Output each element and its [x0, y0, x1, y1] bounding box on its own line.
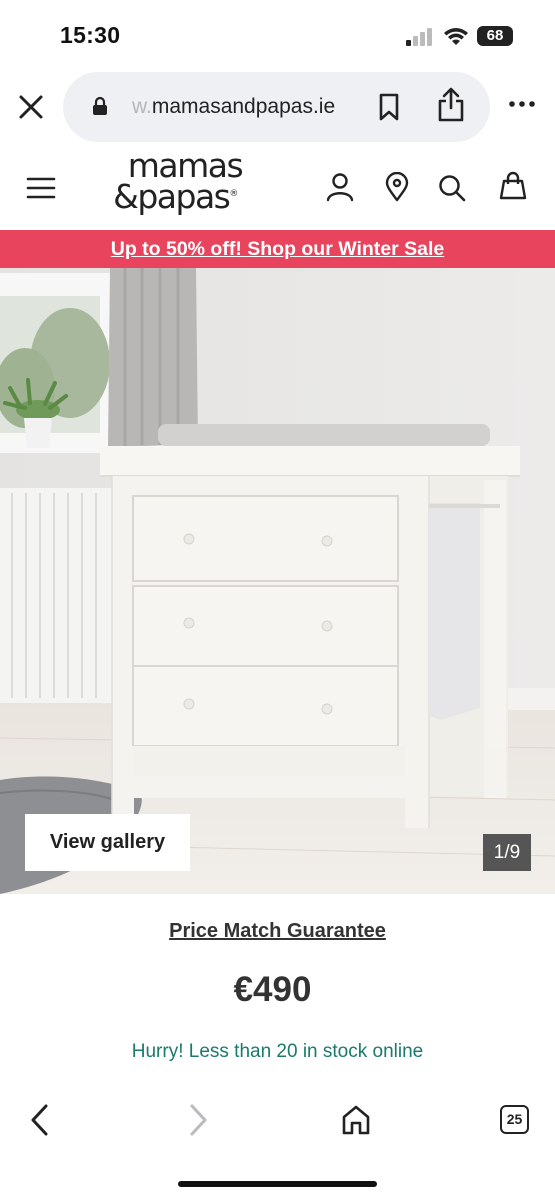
logo-line-1: mamas [127, 146, 244, 185]
site-logo[interactable]: mamas &papas® [103, 146, 253, 220]
battery-indicator: 68 [477, 26, 513, 46]
store-locator-icon[interactable] [383, 172, 411, 202]
bookmark-icon[interactable] [377, 92, 401, 122]
more-options-icon[interactable] [508, 100, 536, 108]
shopping-bag-icon[interactable] [498, 171, 528, 201]
promo-banner-link[interactable]: Up to 50% off! Shop our Winter Sale [0, 230, 555, 268]
product-image[interactable] [0, 268, 555, 894]
close-icon[interactable] [14, 90, 48, 124]
forward-arrow-icon[interactable] [186, 1103, 210, 1137]
stock-message: Hurry! Less than 20 in stock online [131, 1041, 424, 1062]
price-match-guarantee-link[interactable]: Price Match Guarantee [0, 920, 555, 943]
url-text[interactable]: w.mamasandpapas.ie [132, 95, 335, 119]
account-icon[interactable] [325, 172, 355, 202]
logo-line-2: &papas® [113, 177, 238, 216]
url-domain: mamasandpapas.ie [151, 95, 336, 118]
image-counter: 1/9 [483, 834, 531, 871]
view-gallery-button[interactable]: View gallery [25, 814, 190, 871]
search-icon[interactable] [437, 173, 467, 203]
back-arrow-icon[interactable] [28, 1103, 52, 1137]
status-bar: 15:30 68 [0, 0, 555, 70]
cellular-signal-icon [406, 28, 434, 46]
url-prefix: w. [132, 95, 152, 118]
logo-registered-mark: ® [229, 189, 238, 199]
lock-icon [92, 96, 108, 116]
product-price: €490 [233, 970, 312, 1009]
hamburger-menu-icon[interactable] [26, 176, 56, 200]
share-icon[interactable] [436, 87, 466, 123]
tabs-count-button[interactable]: 25 [500, 1105, 529, 1134]
status-time: 15:30 [60, 22, 121, 48]
home-indicator [178, 1181, 377, 1187]
wifi-icon [443, 26, 469, 46]
home-icon[interactable] [341, 1104, 371, 1136]
